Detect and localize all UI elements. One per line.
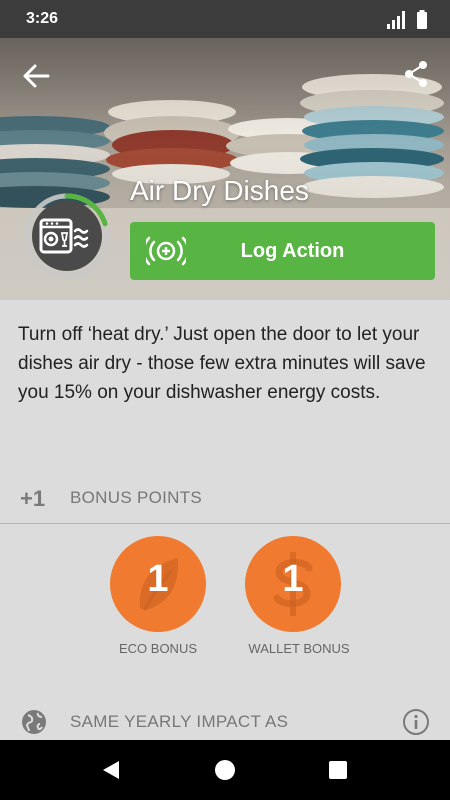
action-title: Air Dry Dishes — [130, 175, 309, 206]
action-details: Turn off ‘heat dry.’ Just open the door … — [0, 300, 450, 740]
system-nav-bar — [0, 740, 450, 800]
bonus-points-label: BONUS POINTS — [70, 488, 203, 507]
back-arrow-icon[interactable] — [20, 60, 52, 92]
eco-bonus-value: 1 — [147, 558, 169, 600]
wallet-bonus-badge: 1 — [245, 536, 341, 632]
log-action-button[interactable]: Log Action — [130, 222, 435, 280]
bonus-plus-label: +1 — [20, 486, 46, 511]
bonus-points-header: +1 BONUS POINTS — [0, 478, 450, 524]
status-icons — [386, 10, 428, 29]
wallet-bonus-value: 1 — [282, 558, 304, 600]
status-bar: 3:26 — [0, 0, 450, 38]
action-badge — [24, 193, 110, 279]
globe-icon — [22, 710, 46, 734]
battery-icon — [417, 10, 427, 29]
status-time: 3:26 — [26, 10, 59, 27]
nav-home-icon[interactable] — [214, 759, 236, 781]
impact-header: SAME YEARLY IMPACT AS — [0, 704, 450, 740]
nav-back-icon[interactable] — [100, 759, 122, 781]
eco-bonus-badge: 1 — [110, 536, 206, 632]
action-description: Turn off ‘heat dry.’ Just open the door … — [18, 324, 426, 403]
impact-label: SAME YEARLY IMPACT AS — [70, 712, 289, 731]
signal-icon — [387, 11, 405, 29]
wallet-bonus-caption: WALLET BONUS — [248, 641, 350, 656]
share-icon[interactable] — [402, 60, 430, 88]
eco-bonus-caption: ECO BONUS — [118, 641, 197, 656]
info-icon[interactable] — [402, 708, 430, 736]
hero-image: Air Dry Dishes Log Action — [0, 38, 450, 300]
log-signal-icon — [146, 236, 186, 266]
nav-recents-icon[interactable] — [328, 760, 348, 780]
